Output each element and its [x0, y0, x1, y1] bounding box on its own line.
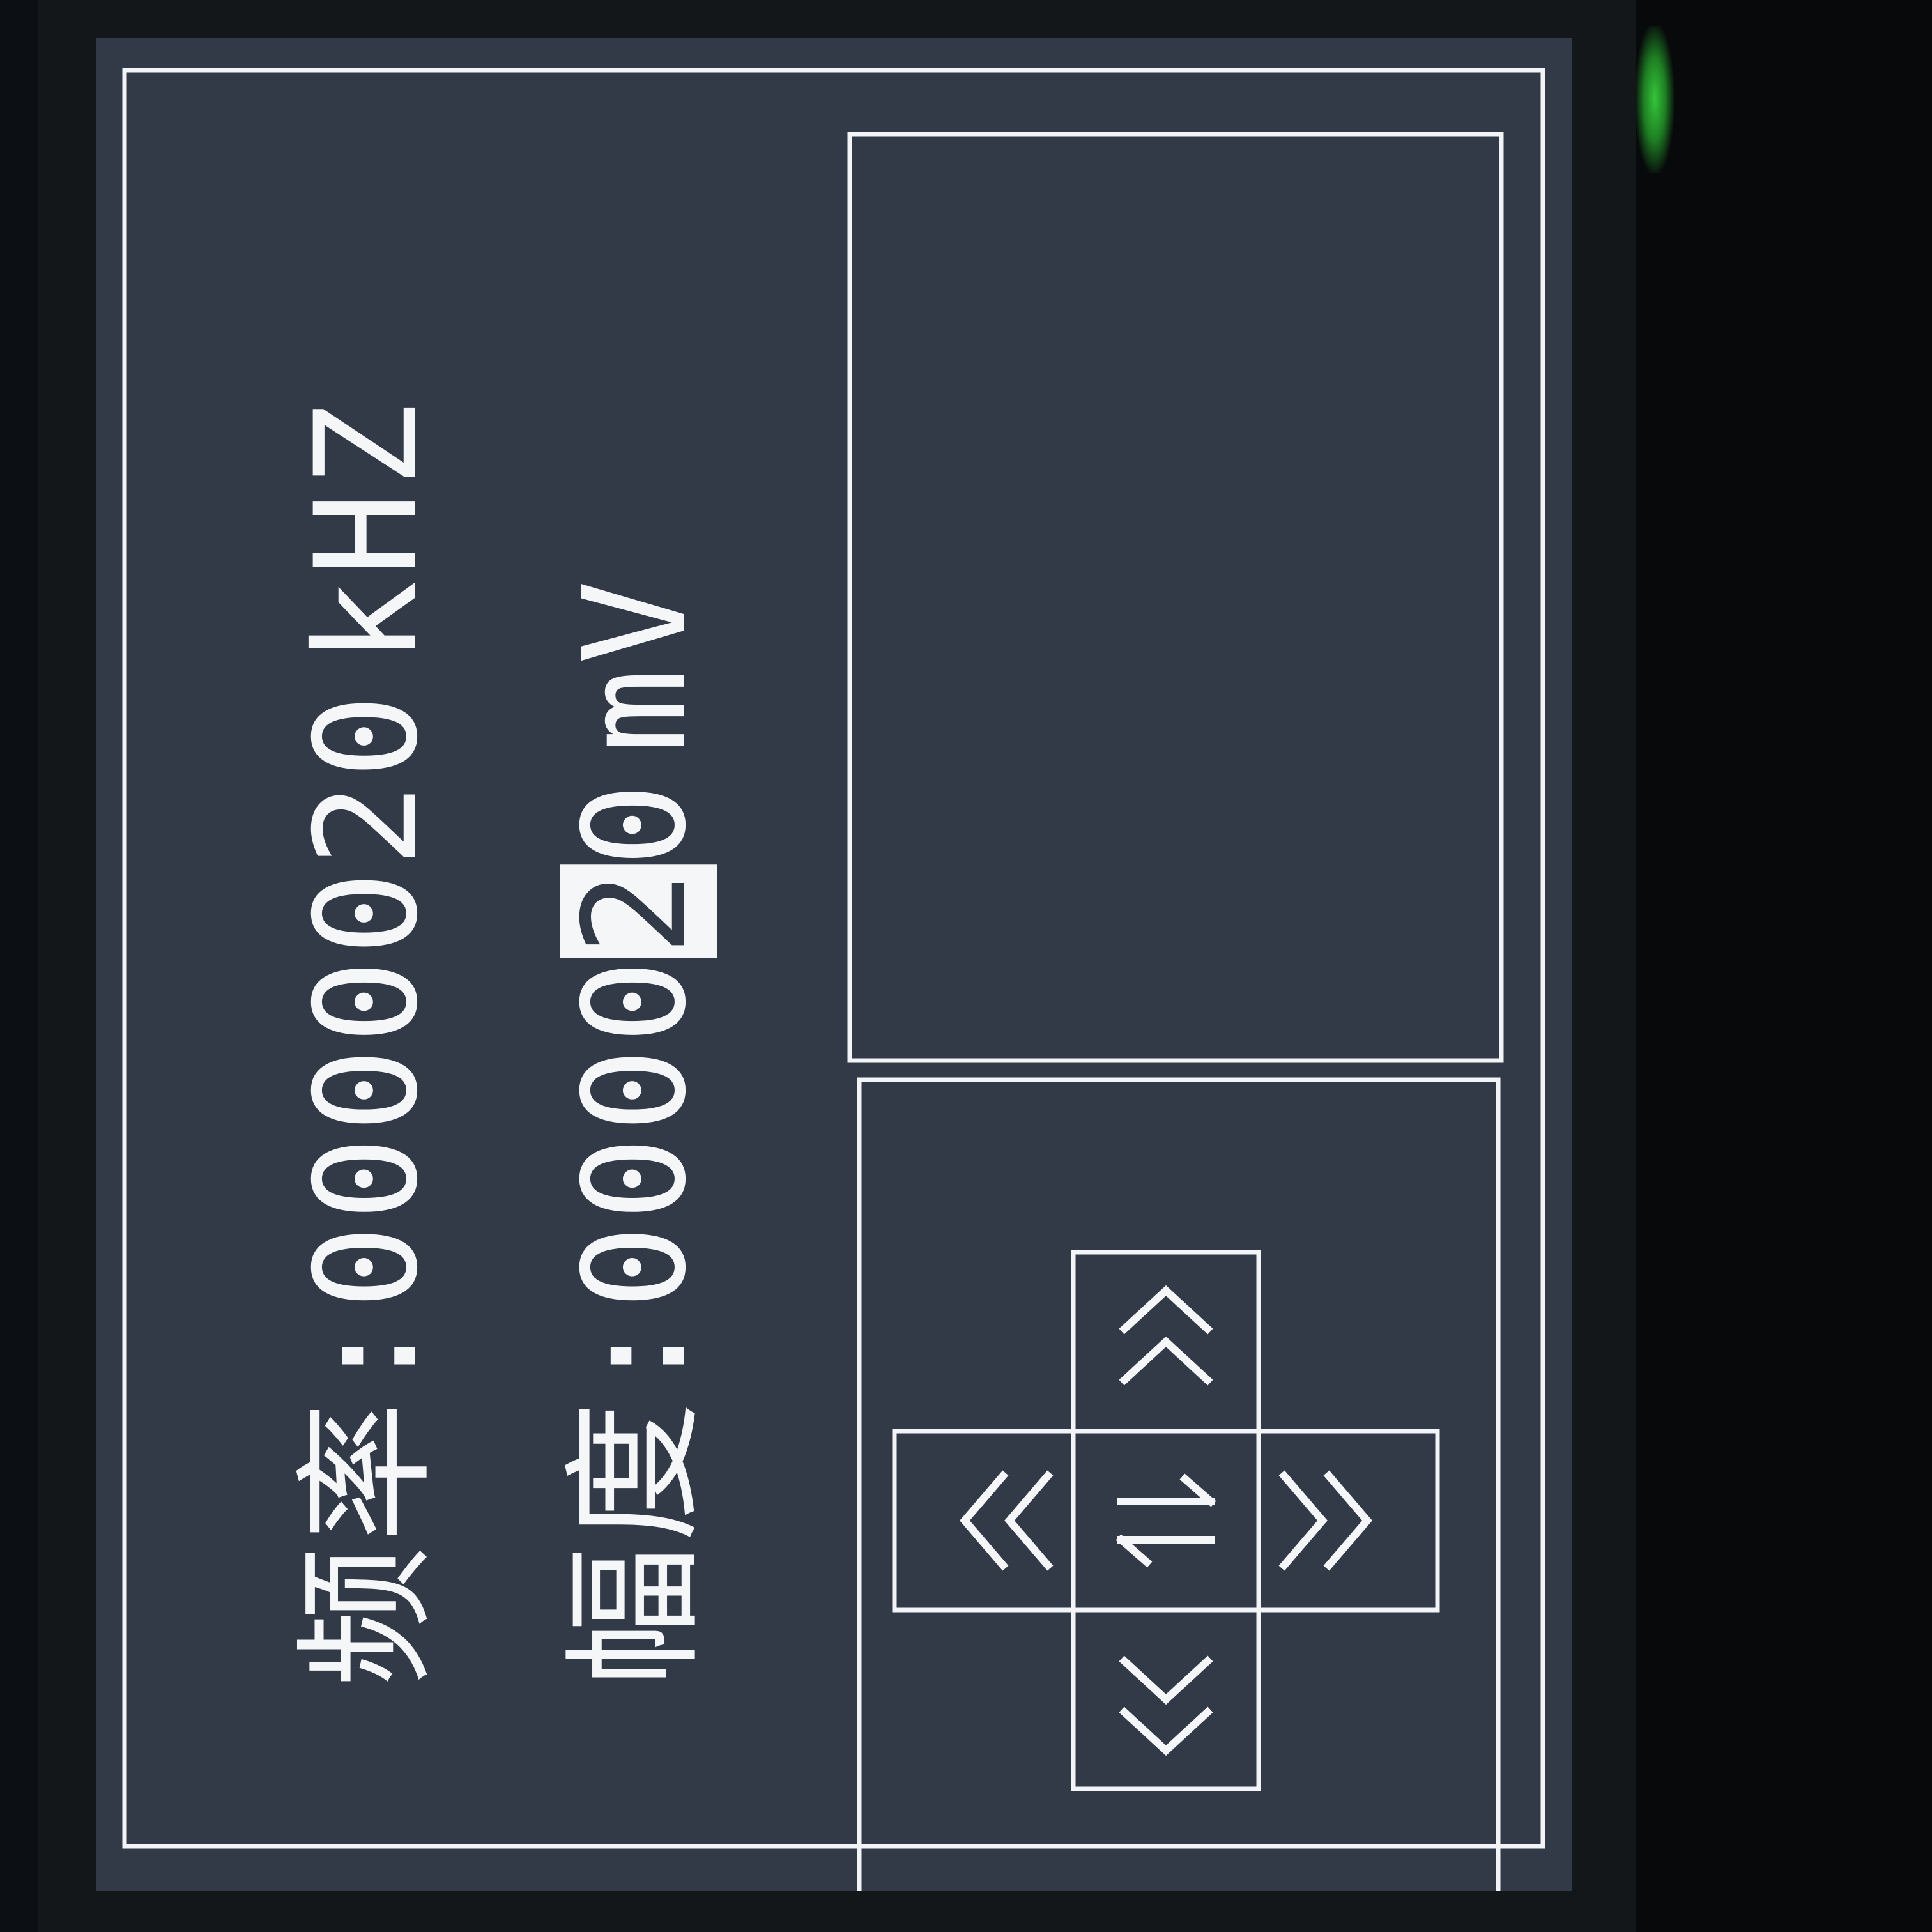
- amplitude-cursor-digit[interactable]: 2: [553, 867, 717, 955]
- frequency-value[interactable]: 0000020: [285, 690, 448, 1309]
- amplitude-unit: mV: [553, 576, 717, 753]
- pcb-board: [1616, 0, 1932, 1932]
- amplitude-separator: :: [553, 1310, 717, 1398]
- frequency-separator: :: [285, 1310, 448, 1398]
- lcd-screen: 频率:0000020kHZ 幅度:000020mV: [96, 38, 1572, 1891]
- amplitude-value-prefix[interactable]: 0000: [553, 956, 717, 1310]
- frequency-readout: 频率:0000020 kHZ: [285, 399, 448, 1687]
- frequency-label: 频率: [285, 1398, 448, 1687]
- frequency-unit: kHZ: [285, 399, 448, 664]
- status-led: [1636, 26, 1674, 172]
- amplitude-label: 幅度: [553, 1398, 717, 1687]
